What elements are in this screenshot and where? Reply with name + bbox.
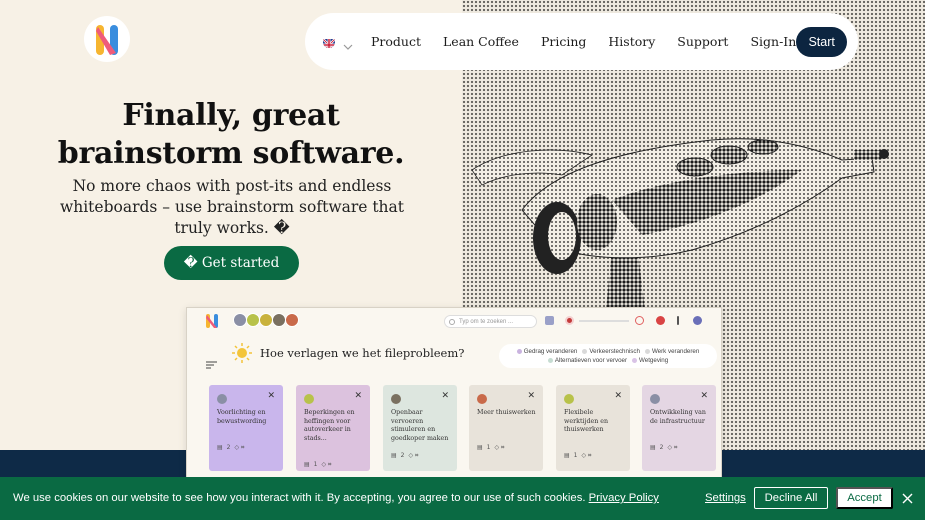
legend-item[interactable]: Verkeerstechnisch <box>582 348 640 355</box>
nav-item-history[interactable]: History <box>608 34 655 49</box>
card-meta: ▤ 2 ◇ ⌗ <box>217 444 245 451</box>
card-meta: ▤ 1 ◇ ⌗ <box>477 444 505 451</box>
preview-logo-icon <box>205 313 219 333</box>
search-icon <box>449 319 455 325</box>
avatar <box>564 394 574 404</box>
menu-icon[interactable] <box>206 354 217 373</box>
avatar <box>217 394 227 404</box>
idea-card[interactable]: ✕ Beperkingen en heffingen voor autoverk… <box>296 385 370 471</box>
card-text: Meer thuiswerken <box>477 409 536 416</box>
card-meta: ▤ 2 ◇ ⌗ <box>391 452 419 459</box>
card-text: Ontwikkeling van de infrastructuur <box>650 409 706 425</box>
legend-item[interactable]: Wetgeving <box>632 357 668 364</box>
card-meta: ▤ 1 ◇ ⌗ <box>304 461 332 468</box>
card-text: Voorlichting en bewustwording <box>217 409 267 425</box>
avatar <box>259 313 273 327</box>
preview-search-input[interactable]: Typ om te zoeken ... <box>444 315 537 328</box>
idea-card[interactable]: ✕ Voorlichting en bewustwording ▤ 2 ◇ ⌗ <box>209 385 283 471</box>
chevron-down-icon <box>343 37 353 50</box>
get-started-button[interactable]: � Get started <box>164 246 299 280</box>
app-preview-screenshot: Typ om te zoeken ... Hoe verlagen we het… <box>186 307 722 480</box>
record-icon[interactable] <box>565 316 574 325</box>
idea-card[interactable]: ✕ Meer thuiswerken ▤ 1 ◇ ⌗ <box>469 385 543 471</box>
brand-n-logo-icon[interactable] <box>84 16 130 62</box>
card-text: Openbaar vervoeren stimuleren en goedkop… <box>391 409 449 442</box>
card-meta: ▤ 2 ◇ ⌗ <box>650 444 678 451</box>
user-avatar[interactable] <box>693 316 702 325</box>
headline-line-1: Finally, great <box>122 98 340 133</box>
language-selector[interactable] <box>323 36 353 50</box>
nav-item-product[interactable]: Product <box>371 34 421 49</box>
close-icon[interactable]: ✕ <box>700 391 708 401</box>
nav-item-lean-coffee[interactable]: Lean Coffee <box>443 34 519 49</box>
avatar <box>246 313 260 327</box>
top-navigation: Product Lean Coffee Pricing History Supp… <box>305 13 858 70</box>
card-text: Beperkingen en heffingen voor autoverkee… <box>304 409 355 442</box>
preview-search-placeholder: Typ om te zoeken ... <box>459 318 514 325</box>
idea-card[interactable]: ✕ Openbaar vervoeren stimuleren en goedk… <box>383 385 457 471</box>
collaborator-avatars[interactable] <box>233 313 299 327</box>
avatar <box>477 394 487 404</box>
nav-item-support[interactable]: Support <box>677 34 728 49</box>
cookie-text: We use cookies on our website to see how… <box>13 492 659 504</box>
card-text: Flexibele werktijden en thuiswerken <box>564 409 609 433</box>
sun-icon <box>232 343 252 367</box>
legend-item[interactable]: Werk veranderen <box>644 348 699 355</box>
nav-item-sign-in[interactable]: Sign-In <box>750 34 796 49</box>
headline-line-2: brainstorm software. <box>57 136 405 171</box>
category-legend: Gedrag veranderen Verkeerstechnisch Werk… <box>499 344 717 368</box>
close-icon[interactable]: ✕ <box>527 391 535 401</box>
speaker-icon[interactable] <box>545 316 554 325</box>
stop-icon[interactable] <box>656 316 665 325</box>
avatar <box>391 394 401 404</box>
avatar <box>650 394 660 404</box>
nav-item-pricing[interactable]: Pricing <box>541 34 586 49</box>
uk-flag-icon <box>323 36 335 48</box>
legend-item[interactable]: Gedrag veranderen <box>516 348 577 355</box>
alarm-icon[interactable] <box>635 316 644 325</box>
avatar <box>285 313 299 327</box>
start-button[interactable]: Start <box>796 26 847 57</box>
idea-card[interactable]: ✕ Flexibele werktijden en thuiswerken ▤ … <box>556 385 630 471</box>
avatar <box>304 394 314 404</box>
avatar <box>272 313 286 327</box>
close-icon[interactable]: ✕ <box>614 391 622 401</box>
close-icon[interactable] <box>902 491 913 509</box>
card-meta: ▤ 1 ◇ ⌗ <box>564 452 592 459</box>
privacy-policy-link[interactable]: Privacy Policy <box>589 492 659 504</box>
idea-card[interactable]: ✕ Ontwikkeling van de infrastructuur ▤ 2… <box>642 385 716 471</box>
more-icon[interactable] <box>677 316 679 325</box>
close-icon[interactable]: ✕ <box>441 391 449 401</box>
hero-headline: Finally, great brainstorm software. <box>40 97 422 173</box>
close-icon[interactable]: ✕ <box>267 391 275 401</box>
cookie-banner: We use cookies on our website to see how… <box>0 477 925 520</box>
decline-all-button[interactable]: Decline All <box>754 487 828 509</box>
avatar <box>233 313 247 327</box>
hero-subheadline: No more chaos with post-its and endless … <box>59 177 405 237</box>
cookie-settings-link[interactable]: Settings <box>705 492 746 504</box>
timer-track <box>579 320 629 322</box>
legend-item[interactable]: Alternatieven voor vervoer <box>547 357 627 364</box>
close-icon[interactable]: ✕ <box>354 391 362 401</box>
cookie-message: We use cookies on our website to see how… <box>13 492 586 504</box>
accept-button[interactable]: Accept <box>836 487 893 509</box>
board-title: Hoe verlagen we het fileprobleem? <box>260 346 465 360</box>
